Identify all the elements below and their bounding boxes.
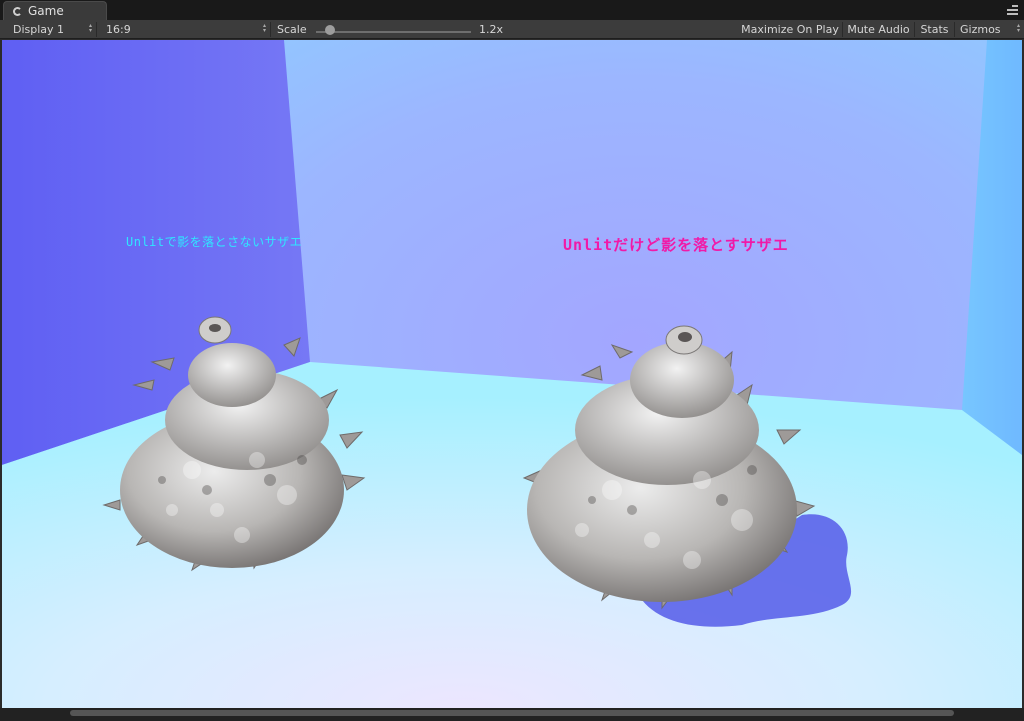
aspect-dropdown-label: 16:9 <box>106 22 131 36</box>
pacman-game-icon <box>13 6 22 16</box>
display-dropdown-label: Display 1 <box>13 22 65 36</box>
horizontal-scrollbar[interactable] <box>0 708 1024 721</box>
window-tab-bar: Game <box>0 0 1024 20</box>
toolbar-divider <box>270 22 271 37</box>
label-shadow-casting-shell: Unlitだけど影を落とすサザエ <box>563 236 789 254</box>
gizmos-label: Gizmos <box>960 22 1001 36</box>
scale-value: 1.2x <box>479 22 504 36</box>
gizmos-dropdown[interactable]: Gizmos <box>955 20 1024 38</box>
game-viewport[interactable]: Unlitで影を落とさないサザエ Unlitだけど影を落とすサザエ <box>2 40 1022 708</box>
maximize-on-play-toggle[interactable]: Maximize On Play <box>738 20 842 38</box>
scene-render <box>2 40 1022 708</box>
stats-label: Stats <box>920 22 949 36</box>
scale-slider-thumb[interactable] <box>325 25 335 35</box>
game-toolbar: Display 1 16:9 Scale 1.2x Maximize On Pl… <box>0 20 1024 39</box>
tab-game-label: Game <box>28 4 64 18</box>
tab-game[interactable]: Game <box>3 1 107 20</box>
mute-audio-toggle[interactable]: Mute Audio <box>843 20 914 38</box>
scale-slider-track[interactable] <box>316 31 471 33</box>
mute-audio-label: Mute Audio <box>847 22 910 36</box>
aspect-dropdown[interactable]: 16:9 <box>97 20 270 38</box>
scrollbar-thumb[interactable] <box>70 710 954 716</box>
display-dropdown[interactable]: Display 1 <box>0 20 96 38</box>
scale-label: Scale <box>277 22 307 36</box>
tab-menu-icon[interactable] <box>1007 5 1018 15</box>
stats-toggle[interactable]: Stats <box>915 20 954 38</box>
label-no-shadow-shell: Unlitで影を落とさないサザエ <box>126 235 303 249</box>
maximize-on-play-label: Maximize On Play <box>741 22 839 36</box>
